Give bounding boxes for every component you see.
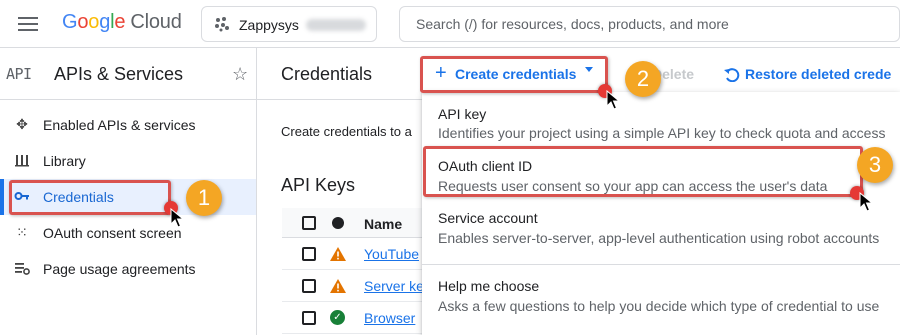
menu-item-help-me-choose[interactable]: Help me choose Asks a few questions to h…: [422, 268, 900, 328]
restore-deleted-button[interactable]: Restore deleted crede: [724, 66, 891, 83]
intro-text: Create credentials to a: [281, 124, 412, 139]
sidebar-header: API APIs & Services ☆: [0, 48, 256, 100]
page-title: Credentials: [281, 64, 373, 84]
table-row: YouTube: [282, 238, 442, 270]
settings-list-icon: [14, 260, 30, 276]
sidebar-item-page-usage[interactable]: Page usage agreements: [0, 251, 256, 287]
step-badge-2: 2: [625, 61, 661, 97]
top-bar: Google Cloud Zappysys: [0, 0, 900, 48]
menu-divider: [422, 264, 900, 265]
search-box[interactable]: [399, 6, 900, 42]
library-icon: [14, 152, 30, 168]
menu-icon[interactable]: [18, 17, 38, 31]
mouse-pointer-icon: [606, 90, 620, 110]
step-badge-1: 1: [186, 180, 222, 216]
restore-icon: [724, 68, 740, 83]
active-indicator: [0, 179, 4, 215]
api-key-link[interactable]: Server ke: [364, 278, 424, 294]
row-checkbox[interactable]: [302, 279, 316, 293]
status-column-icon: [332, 217, 344, 229]
menu-item-api-key[interactable]: API key Identifies your project using a …: [422, 92, 900, 148]
step-badge-3: 3: [857, 147, 893, 183]
project-name: Zappysys: [239, 17, 299, 33]
google-cloud-logo[interactable]: Google Cloud: [62, 11, 182, 34]
project-picker[interactable]: Zappysys: [201, 6, 377, 42]
row-checkbox[interactable]: [302, 247, 316, 261]
redacted-project-id: [306, 19, 366, 31]
api-badge-icon: API: [6, 65, 32, 83]
column-name[interactable]: Name: [364, 216, 402, 232]
table-row: Server ke: [282, 270, 442, 302]
project-dots-icon: [215, 17, 229, 32]
highlight-oauth-client-id: [423, 146, 863, 197]
api-key-link[interactable]: YouTube: [364, 246, 419, 262]
mouse-pointer-icon: [859, 192, 873, 212]
api-keys-heading: API Keys: [281, 175, 356, 195]
highlight-create-credentials: [420, 56, 608, 93]
sidebar-item-enabled-apis[interactable]: ✥ Enabled APIs & services: [0, 107, 256, 143]
mouse-pointer-icon: [170, 208, 184, 228]
sidebar-item-oauth-consent[interactable]: ⁙ OAuth consent screen: [0, 215, 256, 251]
warning-icon: [330, 247, 346, 261]
consent-icon: ⁙: [16, 224, 28, 240]
diamond-arrows-icon: ✥: [16, 116, 28, 132]
row-checkbox[interactable]: [302, 311, 316, 325]
sidebar-item-library[interactable]: Library: [0, 143, 256, 179]
create-credentials-menu: API key Identifies your project using a …: [422, 92, 900, 335]
table-header: Name: [282, 208, 442, 238]
select-all-checkbox[interactable]: [302, 216, 316, 230]
highlight-credentials: [9, 180, 171, 215]
menu-item-service-account[interactable]: Service account Enables server-to-server…: [422, 200, 900, 256]
warning-icon: [330, 279, 346, 293]
table-row: ✓ Browser: [282, 302, 442, 334]
api-key-link[interactable]: Browser: [364, 310, 415, 326]
check-circle-icon: ✓: [330, 310, 345, 325]
search-input[interactable]: [416, 7, 886, 41]
sidebar-title: APIs & Services: [54, 64, 184, 84]
star-icon[interactable]: ☆: [232, 64, 248, 85]
